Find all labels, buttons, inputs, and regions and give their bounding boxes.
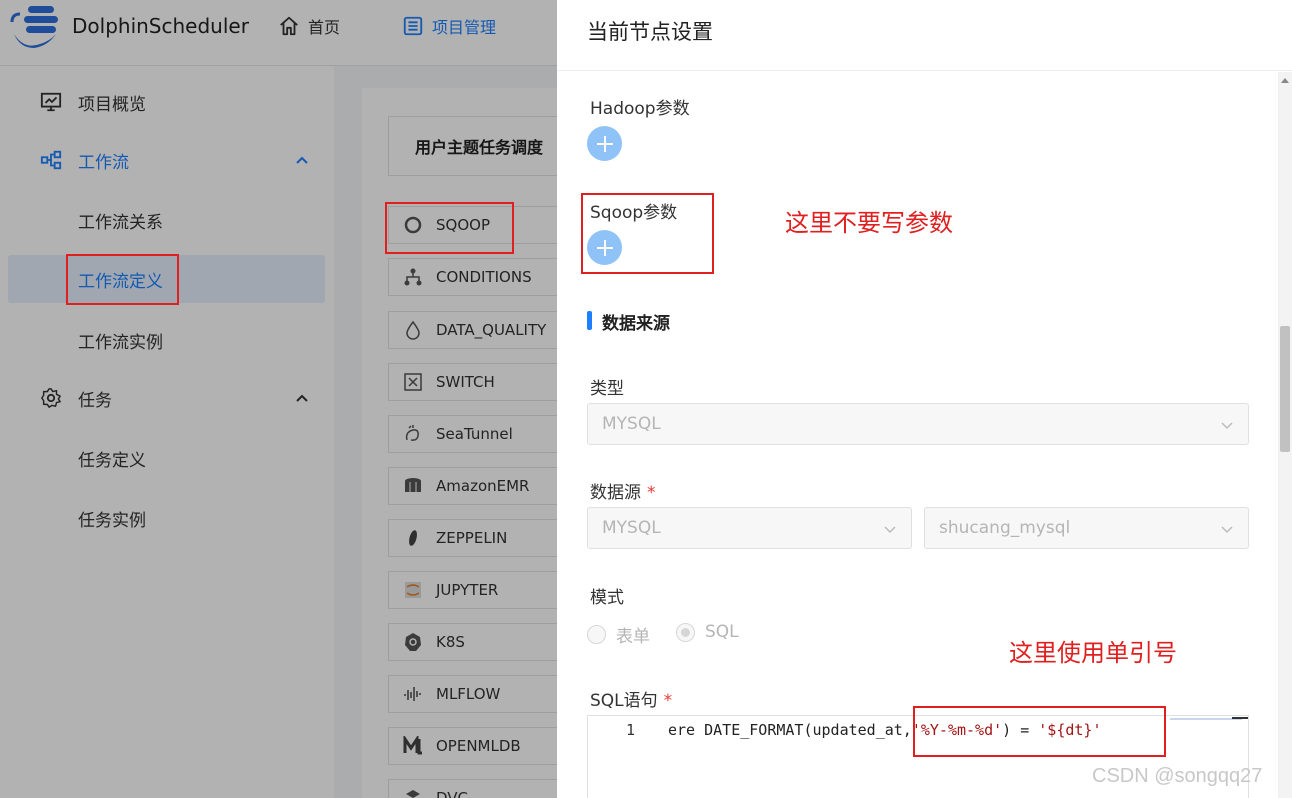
annotation-box-sqoop-params (581, 193, 714, 274)
type-label: 类型 (590, 379, 624, 399)
datasource-type-select[interactable]: MYSQL (587, 507, 912, 549)
annotation-box-single-quotes (913, 706, 1166, 757)
mode-radio-sql[interactable]: SQL (676, 622, 739, 642)
required-asterisk: * (647, 483, 656, 503)
chevron-down-icon (1221, 526, 1233, 534)
data-source-section-title: 数据来源 (602, 314, 670, 334)
datasource-label: 数据源 * (590, 478, 656, 503)
editor-gutter: 1 (588, 716, 666, 798)
chevron-down-icon (1221, 422, 1233, 430)
datasource-type-value: MYSQL (602, 518, 661, 538)
datasource-name-select[interactable]: shucang_mysql (924, 507, 1249, 549)
mode-label: 模式 (590, 588, 624, 608)
annotation-box-workflow-definition (66, 254, 179, 305)
drawer-divider (557, 70, 1292, 71)
drawer-title: 当前节点设置 (587, 20, 713, 44)
chevron-down-icon (884, 526, 896, 534)
datasource-label-text: 数据源 (590, 483, 641, 503)
plus-icon (596, 135, 613, 152)
node-settings-drawer: 当前节点设置 Hadoop参数 Sqoop参数 数据来源 类型 MYSQL 数据… (557, 0, 1292, 798)
mode-radio-sql-label: SQL (705, 622, 739, 642)
required-asterisk: * (663, 691, 673, 711)
annotation-sqoop-note: 这里不要写参数 (785, 209, 953, 237)
add-hadoop-param-button[interactable] (587, 126, 622, 161)
type-select-value: MYSQL (602, 414, 661, 434)
code-text: ere DATE_FORMAT(updated_at, (668, 721, 912, 739)
radio-dot (676, 622, 695, 642)
radio-dot (587, 625, 606, 644)
mode-radio-form[interactable]: 表单 (587, 622, 650, 647)
sql-statement-label: SQL语句 * (590, 686, 672, 711)
scroll-up-arrow-icon[interactable] (1281, 78, 1289, 83)
drawer-scrollbar-thumb[interactable] (1280, 326, 1290, 452)
type-select[interactable]: MYSQL (587, 403, 1249, 445)
line-number: 1 (626, 721, 636, 739)
datasource-name-value: shucang_mysql (939, 518, 1071, 538)
modal-overlay[interactable] (0, 0, 557, 798)
editor-minimap-thumb[interactable] (1232, 717, 1248, 719)
hadoop-params-label: Hadoop参数 (590, 99, 690, 119)
mode-radio-form-label: 表单 (616, 627, 650, 647)
annotation-box-sqoop (385, 202, 514, 254)
annotation-sql-note: 这里使用单引号 (1009, 639, 1177, 667)
section-accent-bar (587, 311, 592, 330)
sql-statement-label-text: SQL语句 (590, 691, 658, 711)
watermark: CSDN @songqq27 (1092, 765, 1263, 787)
